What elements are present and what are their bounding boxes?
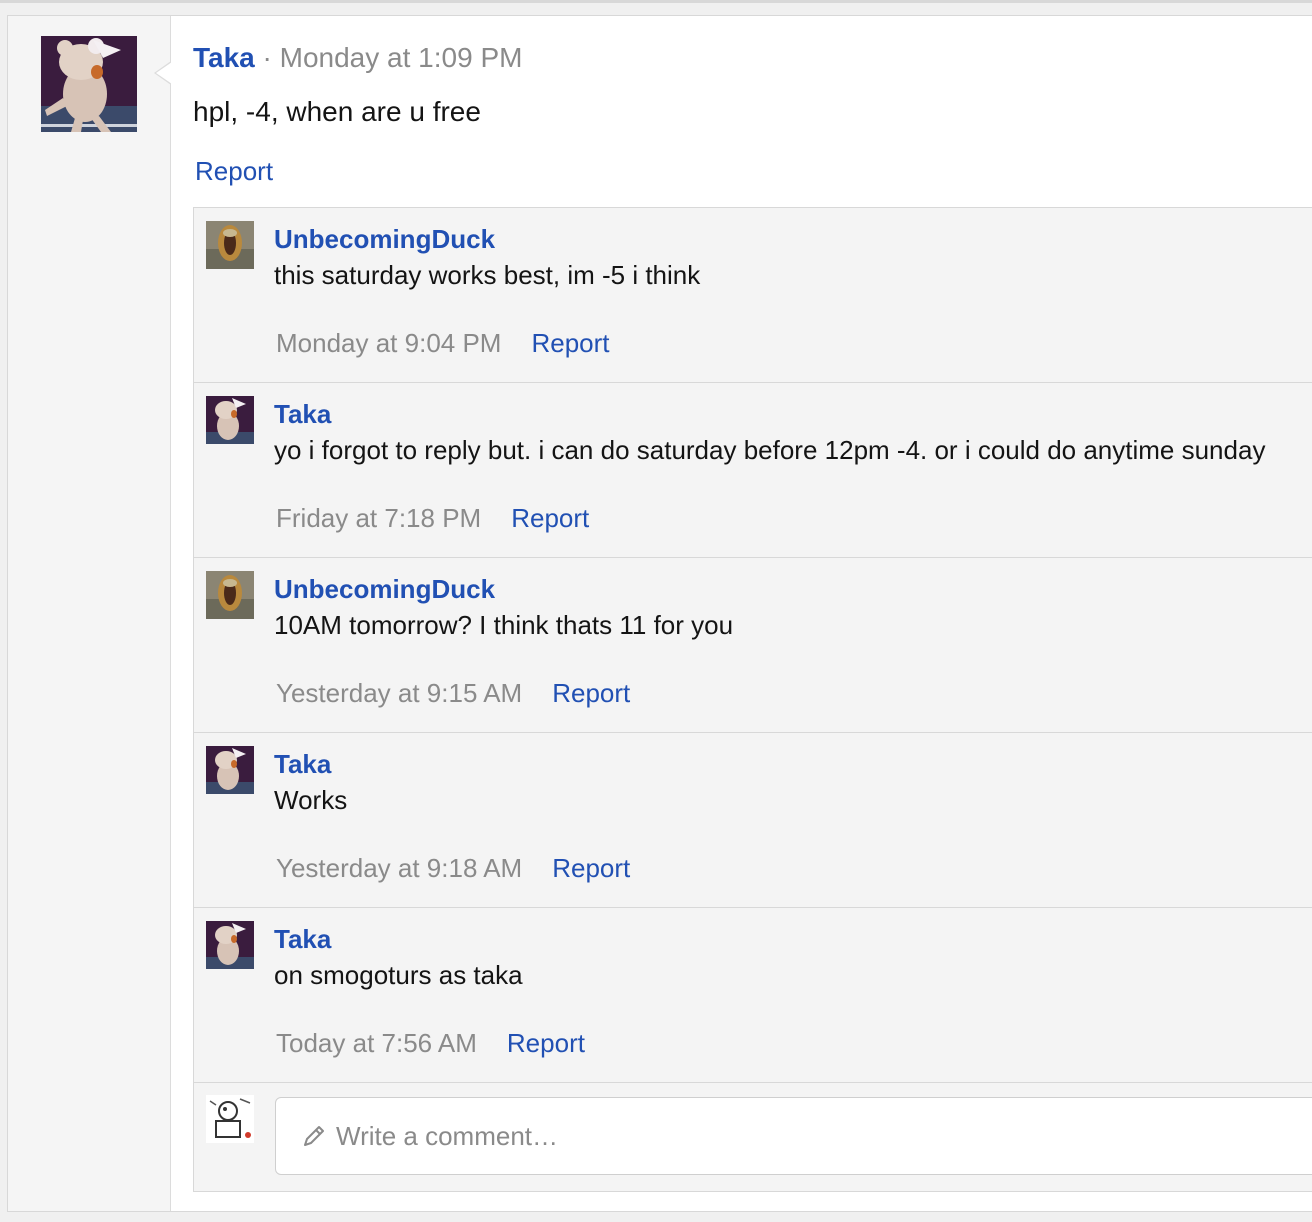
post-timestamp[interactable]: Monday at 1:09 PM bbox=[280, 42, 523, 73]
post-content: Taka · Monday at 1:09 PM hpl, -4, when a… bbox=[171, 16, 1312, 1211]
comment-author-link[interactable]: Taka bbox=[274, 924, 331, 955]
comment-text: on smogoturs as taka bbox=[274, 960, 523, 990]
comment-item: Taka yo i forgot to reply but. i can do … bbox=[194, 383, 1312, 558]
post-report-link[interactable]: Report bbox=[195, 156, 273, 187]
comment-avatar-duck[interactable] bbox=[206, 571, 254, 619]
comment-text: this saturday works best, im -5 i think bbox=[274, 260, 701, 290]
comment-author-link[interactable]: UnbecomingDuck bbox=[274, 224, 495, 255]
comment-report-link[interactable]: Report bbox=[552, 853, 630, 883]
comment-meta: Monday at 9:04 PM Report bbox=[276, 328, 610, 359]
comment-avatar-duck[interactable] bbox=[206, 221, 254, 269]
comment-report-link[interactable]: Report bbox=[552, 678, 630, 708]
comment-avatar-taka[interactable] bbox=[206, 396, 254, 444]
post-author-link[interactable]: Taka bbox=[193, 42, 255, 73]
avatar-column bbox=[8, 16, 171, 1211]
comment-item: Taka Works Yesterday at 9:18 AM Report bbox=[194, 733, 1312, 908]
top-divider bbox=[0, 0, 1312, 3]
pencil-icon bbox=[304, 1126, 324, 1146]
comment-meta: Today at 7:56 AM Report bbox=[276, 1028, 585, 1059]
comment-composer bbox=[194, 1083, 1312, 1193]
comment-timestamp[interactable]: Monday at 9:04 PM bbox=[276, 328, 501, 358]
comment-item: UnbecomingDuck this saturday works best,… bbox=[194, 208, 1312, 383]
header-separator: · bbox=[254, 42, 280, 73]
comment-timestamp[interactable]: Yesterday at 9:18 AM bbox=[276, 853, 522, 883]
post-header: Taka · Monday at 1:09 PM bbox=[193, 42, 522, 74]
comment-report-link[interactable]: Report bbox=[511, 503, 589, 533]
comment-text: Works bbox=[274, 785, 348, 815]
post-author-avatar[interactable] bbox=[41, 36, 137, 132]
post-body: hpl, -4, when are u free bbox=[193, 96, 481, 127]
comment-meta: Friday at 7:18 PM Report bbox=[276, 503, 589, 534]
comment-input[interactable] bbox=[336, 1116, 1236, 1156]
comment-text: 10AM tomorrow? I think thats 11 for you bbox=[274, 610, 734, 640]
comment-text: yo i forgot to reply but. i can do satur… bbox=[274, 435, 1266, 465]
comment-timestamp[interactable]: Friday at 7:18 PM bbox=[276, 503, 481, 533]
comment-author-link[interactable]: Taka bbox=[274, 399, 331, 430]
comment-item: Taka on smogoturs as taka Today at 7:56 … bbox=[194, 908, 1312, 1083]
comment-meta: Yesterday at 9:15 AM Report bbox=[276, 678, 630, 709]
comment-meta: Yesterday at 9:18 AM Report bbox=[276, 853, 630, 884]
comment-author-link[interactable]: Taka bbox=[274, 749, 331, 780]
comment-timestamp[interactable]: Yesterday at 9:15 AM bbox=[276, 678, 522, 708]
comment-author-link[interactable]: UnbecomingDuck bbox=[274, 574, 495, 605]
comment-timestamp[interactable]: Today at 7:56 AM bbox=[276, 1028, 477, 1058]
speech-arrow bbox=[154, 61, 172, 85]
comment-report-link[interactable]: Report bbox=[507, 1028, 585, 1058]
comment-input-box[interactable] bbox=[275, 1097, 1312, 1175]
comment-avatar-taka[interactable] bbox=[206, 921, 254, 969]
comments-list: UnbecomingDuck this saturday works best,… bbox=[193, 207, 1312, 1192]
comment-report-link[interactable]: Report bbox=[531, 328, 609, 358]
profile-post-thread: Taka · Monday at 1:09 PM hpl, -4, when a… bbox=[7, 15, 1312, 1212]
current-user-avatar bbox=[206, 1095, 254, 1143]
comment-item: UnbecomingDuck 10AM tomorrow? I think th… bbox=[194, 558, 1312, 733]
comment-avatar-taka[interactable] bbox=[206, 746, 254, 794]
